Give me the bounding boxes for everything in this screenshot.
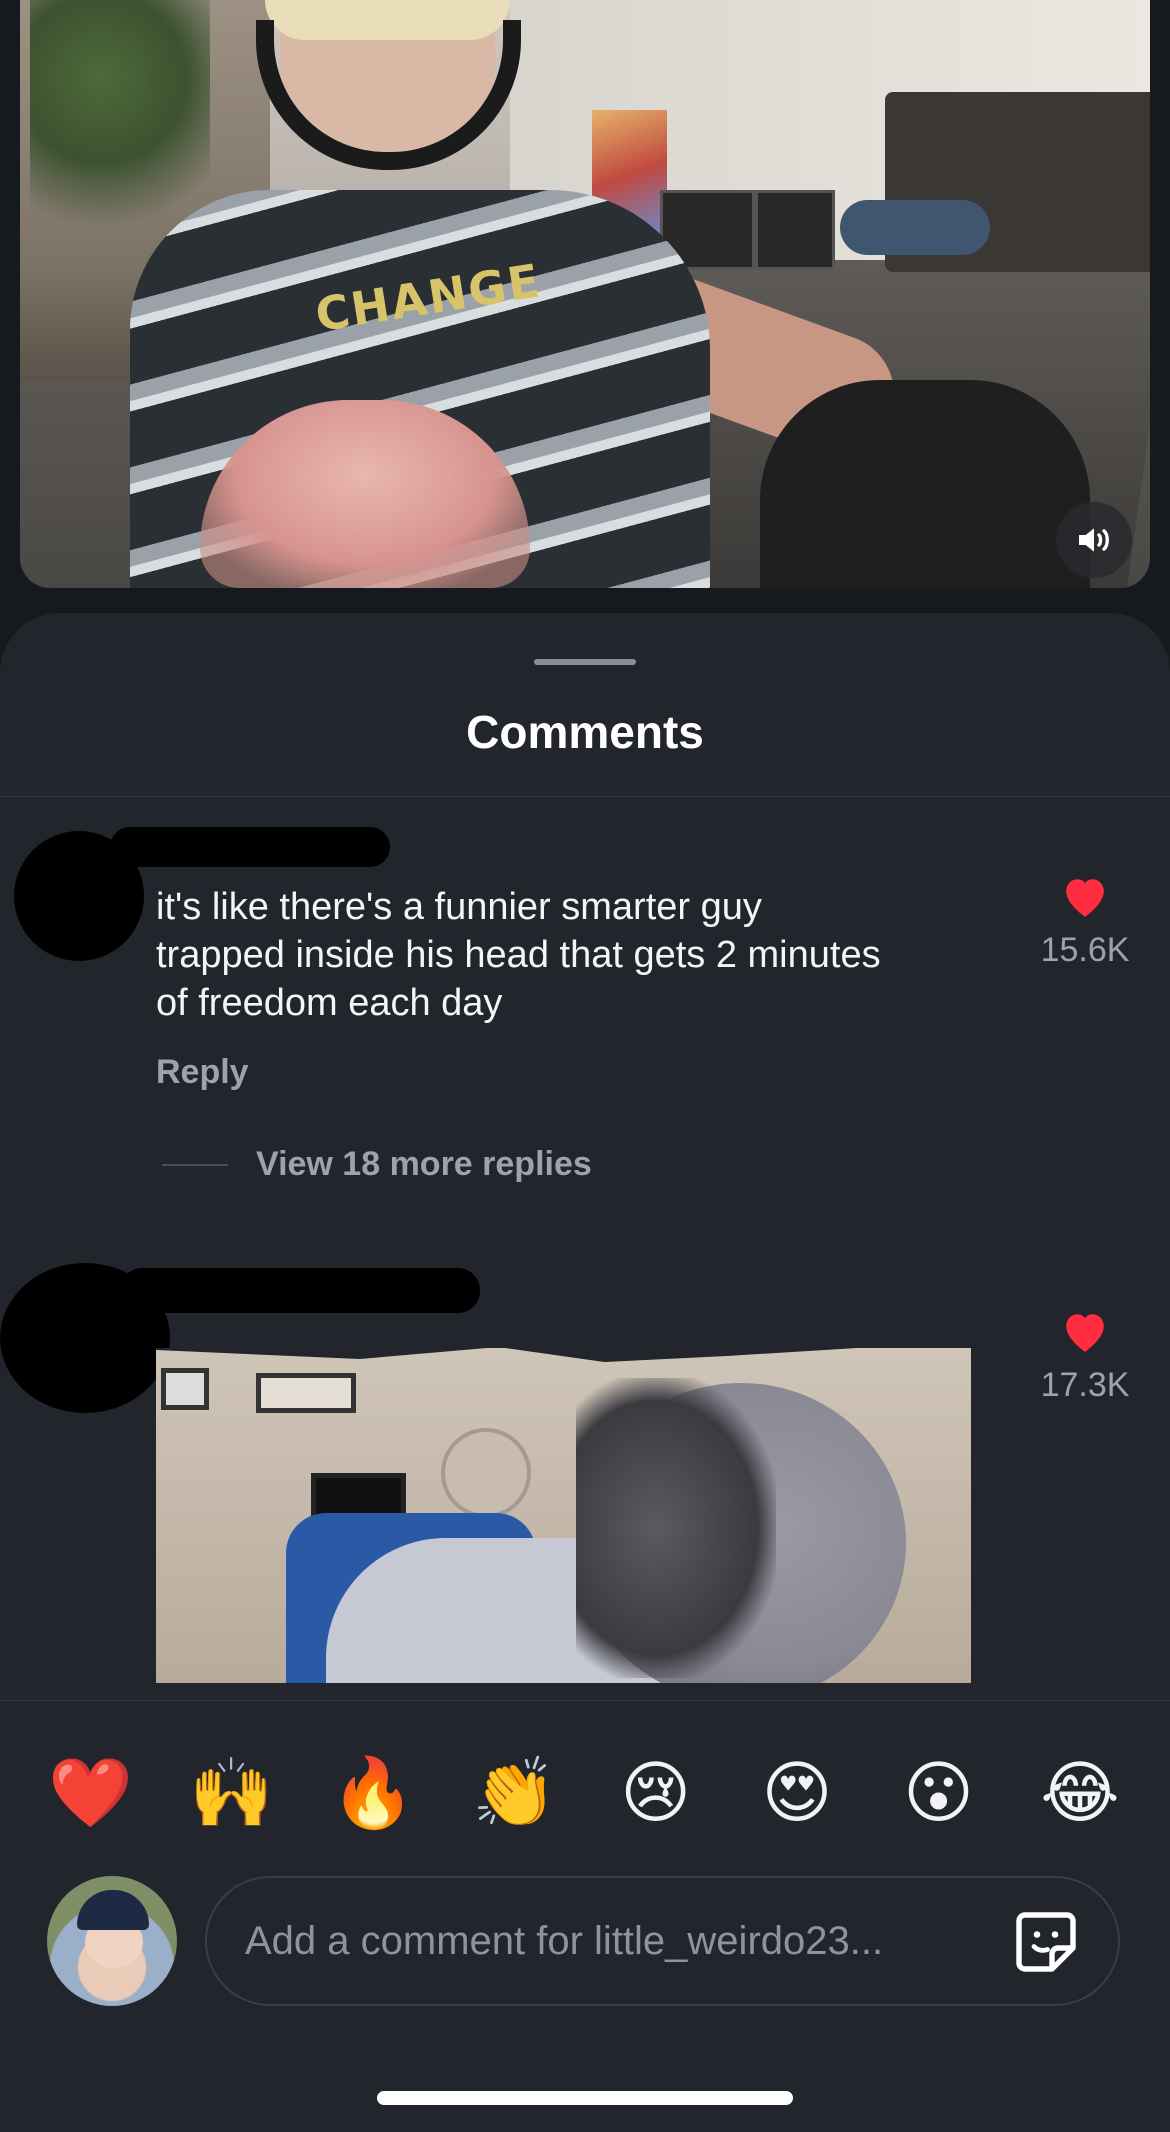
comment-composer: Add a comment for little_weirdo23... — [0, 1876, 1170, 2006]
reply-button[interactable]: Reply — [156, 1053, 249, 1092]
comment-input[interactable]: Add a comment for little_weirdo23... — [205, 1876, 1120, 2006]
mute-toggle-button[interactable] — [1056, 502, 1132, 578]
like-count: 15.6K — [1040, 931, 1130, 969]
sheet-title: Comments — [466, 706, 704, 758]
comment-line: trapped inside his head that gets 2 minu… — [156, 934, 881, 976]
reaction-raised-hands[interactable]: 🙌 — [189, 1759, 274, 1827]
gif-hoop — [441, 1428, 531, 1518]
gif-frame — [161, 1368, 209, 1410]
like-count: 17.3K — [1040, 1366, 1130, 1404]
sticker-icon[interactable] — [1010, 1906, 1082, 1978]
speaker-icon — [1079, 528, 1109, 552]
avatar-cap — [77, 1890, 149, 1930]
reaction-clap[interactable]: 👏 — [472, 1759, 557, 1827]
reaction-heart-eyes[interactable]: 😍 — [755, 1759, 839, 1827]
reaction-heart[interactable]: ❤️ — [48, 1759, 133, 1827]
video-skateboard — [840, 200, 990, 255]
avatar — [47, 1876, 177, 2006]
gif-edge — [156, 1348, 971, 1362]
video-person: CHANGE — [130, 0, 710, 588]
view-more-replies-button[interactable]: View 18 more replies — [162, 1145, 592, 1184]
comment-line: of freedom each day — [156, 982, 503, 1024]
comment-line: it's like there's a funnier smarter guy — [156, 886, 762, 928]
video-leg — [760, 380, 1090, 588]
heart-icon — [1066, 879, 1104, 917]
view-more-replies-label: View 18 more replies — [256, 1145, 592, 1183]
comment-placeholder: Add a comment for little_weirdo23... — [245, 1918, 884, 1963]
home-indicator — [377, 2091, 793, 2105]
comment-text: it's like there's a funnier smarter guy … — [156, 883, 881, 1027]
reaction-fire[interactable]: 🔥 — [331, 1759, 416, 1827]
reaction-surprised[interactable]: 😮 — [897, 1759, 981, 1827]
like-button[interactable]: 17.3K — [1030, 1308, 1140, 1405]
comments-sheet: Comments it's like there's a funnier sma… — [0, 613, 1170, 2132]
redacted-username — [120, 1268, 480, 1313]
divider — [0, 796, 1170, 797]
reaction-crying[interactable]: 😢 — [614, 1759, 698, 1827]
thread-line — [162, 1163, 228, 1166]
sheet-grabber[interactable] — [534, 659, 636, 665]
video-headphones — [256, 20, 521, 170]
heart-icon — [1066, 1314, 1104, 1352]
video-player[interactable]: CHANGE — [20, 0, 1150, 588]
quick-reactions: ❤️ 🙌 🔥 👏 😢 😍 😮 😂 — [0, 1733, 1170, 1853]
redacted-username — [110, 827, 390, 867]
video-box — [755, 190, 835, 270]
gif-hair — [576, 1378, 776, 1678]
like-button[interactable]: 15.6K — [1030, 873, 1140, 970]
gif-frame — [256, 1373, 356, 1413]
divider — [0, 1700, 1170, 1701]
reaction-laughing[interactable]: 😂 — [1038, 1759, 1122, 1827]
comment-gif[interactable] — [156, 1348, 971, 1683]
